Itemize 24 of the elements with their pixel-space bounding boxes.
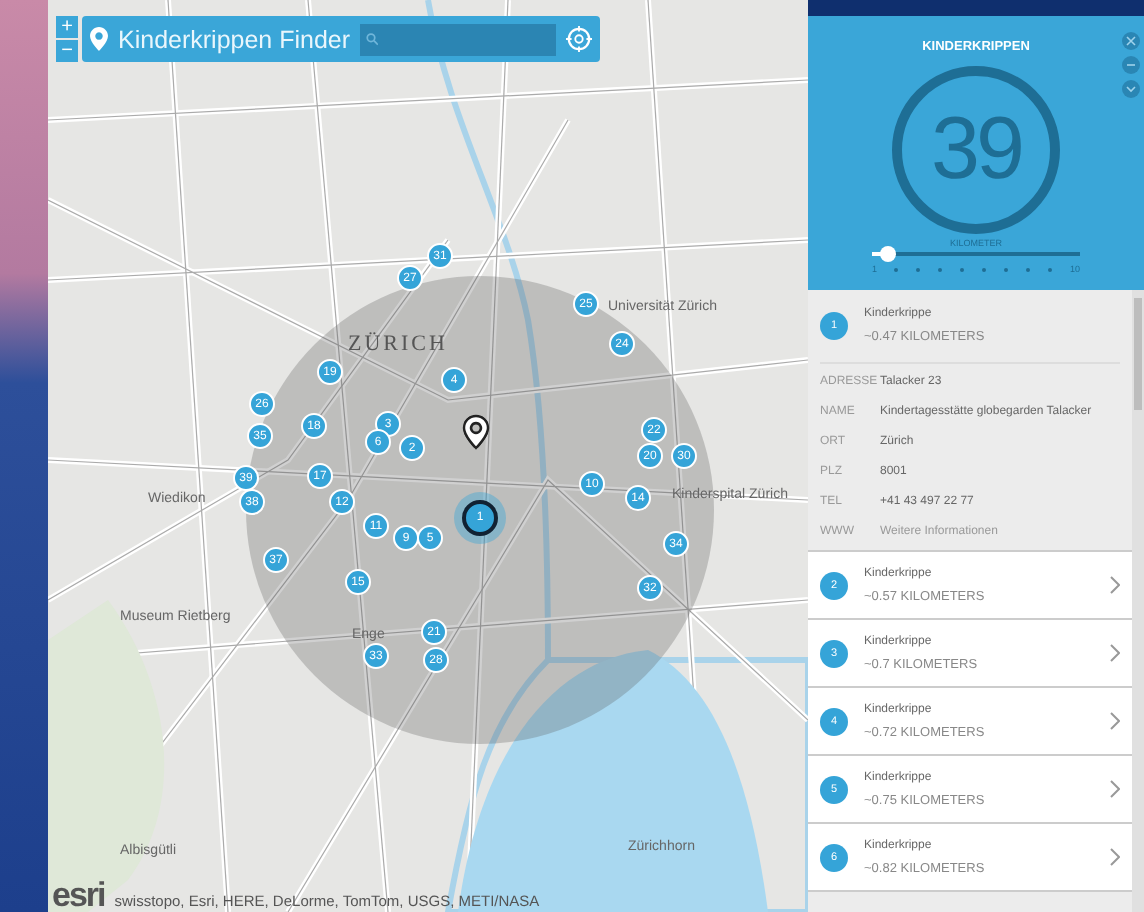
collapse-button[interactable]: [1122, 80, 1140, 98]
chevron-down-icon: [1126, 84, 1136, 94]
location-pin-icon: [464, 416, 488, 448]
esri-logo: esri: [52, 880, 105, 912]
app-title: Kinderkrippen Finder: [118, 25, 351, 53]
zoom-out-button[interactable]: −: [56, 40, 78, 62]
close-button[interactable]: [1122, 32, 1140, 50]
map-label: ZÜRICH: [348, 332, 448, 356]
chevron-right-icon: [1110, 848, 1120, 866]
count-ring: 39: [892, 66, 1060, 234]
search-field[interactable]: [360, 23, 556, 55]
minimize-button[interactable]: [1122, 56, 1140, 74]
chevron-right-icon: [1110, 712, 1120, 730]
chevron-right-icon: [1110, 780, 1120, 798]
minus-icon: [1126, 60, 1136, 70]
locate-icon[interactable]: [566, 26, 592, 52]
location-pin-icon: [90, 26, 108, 52]
search-icon: [366, 32, 379, 46]
zoom-in-button[interactable]: +: [56, 16, 78, 38]
chevron-right-icon: [1110, 576, 1120, 594]
close-icon: [1126, 36, 1136, 46]
chevron-right-icon: [1110, 644, 1120, 662]
scrollbar[interactable]: [1132, 290, 1144, 912]
slider-thumb[interactable]: [880, 246, 897, 262]
